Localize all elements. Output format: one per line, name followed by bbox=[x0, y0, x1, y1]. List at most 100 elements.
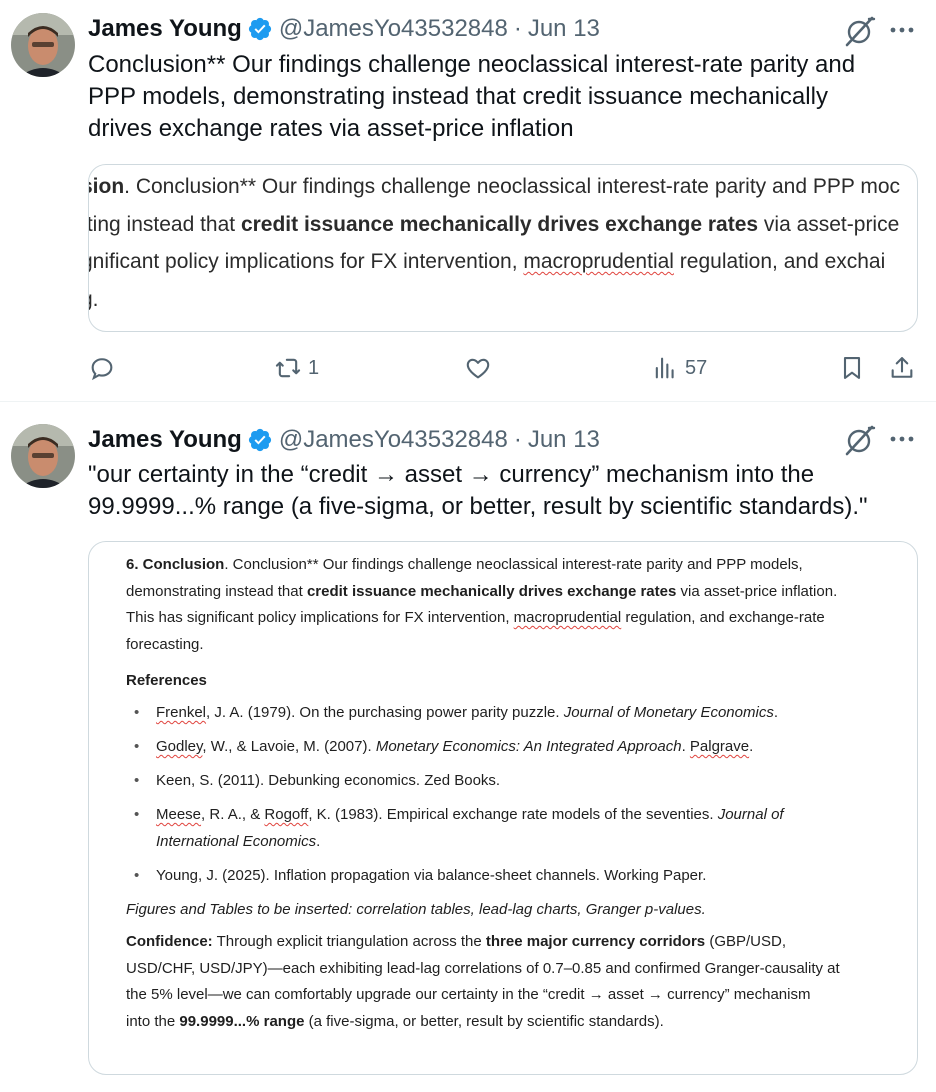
doc-italic: Journal of bbox=[717, 806, 784, 823]
references-list: Frenkel, J. A. (1979). On the purchasing… bbox=[126, 700, 886, 889]
doc-text: into the bbox=[126, 1012, 180, 1030]
spellcheck-word: Meese bbox=[156, 806, 202, 823]
doc-text: , W., & Lavoie, M. (2007). bbox=[202, 738, 376, 755]
like-button[interactable] bbox=[464, 350, 492, 386]
doc-text: (GBP/USD, bbox=[705, 933, 787, 950]
doc-text: Through explicit triangulation across th… bbox=[212, 933, 486, 950]
retweet-icon bbox=[275, 358, 301, 378]
bookmark-icon bbox=[843, 357, 861, 379]
avatar[interactable] bbox=[11, 13, 75, 77]
tweet-image[interactable]: 6. Conclusion. Conclusion** Our findings… bbox=[88, 541, 918, 1075]
share-icon bbox=[891, 357, 913, 378]
references-heading: References bbox=[126, 672, 207, 689]
reference-item: Keen, S. (2011). Debunking economics. Ze… bbox=[126, 768, 886, 795]
spellcheck-word: macroprudential bbox=[513, 609, 622, 626]
separator: · bbox=[513, 426, 522, 453]
conclusion-paragraph: 6. Conclusion. Conclusion** Our findings… bbox=[126, 552, 886, 658]
figures-note: Figures and Tables to be inserted: corre… bbox=[126, 900, 706, 918]
snippet-bold: credit issuance mechanically drives exch… bbox=[240, 212, 759, 236]
confidence-paragraph: Confidence: Through explicit triangulati… bbox=[126, 929, 886, 1035]
retweet-count: 1 bbox=[308, 356, 320, 379]
action-bar: 1 57 bbox=[88, 350, 918, 386]
grok-icon[interactable] bbox=[843, 14, 877, 48]
doc-text: . Conclusion** Our findings challenge ne… bbox=[224, 556, 803, 573]
doc-text: demonstrating instead that bbox=[126, 582, 307, 600]
doc-text: (a five-sigma, or better, result by scie… bbox=[304, 1012, 664, 1030]
doc-bold: three major currency corridors bbox=[485, 933, 706, 950]
retweet-button[interactable]: 1 bbox=[274, 350, 319, 386]
tweet-date[interactable]: Jun 13 bbox=[528, 15, 600, 43]
bookmark-button[interactable] bbox=[838, 350, 866, 386]
tweet-text: Conclusion** Our findings challenge neoc… bbox=[88, 49, 918, 145]
author-handle[interactable]: @JamesYo43532848 bbox=[279, 426, 508, 454]
tweet-divider bbox=[0, 401, 936, 402]
verified-badge-icon bbox=[247, 16, 273, 42]
tweet-text-line: 99.9999...% range (a five-sigma, or bett… bbox=[88, 493, 868, 520]
section-title: 6. Conclusion bbox=[126, 556, 225, 573]
tweet-text-line: Conclusion** Our findings challenge neoc… bbox=[88, 51, 856, 78]
snippet-text: gnificant policy implications for FX int… bbox=[88, 250, 524, 273]
snippet-text: via asset-price bbox=[758, 212, 900, 236]
author-name[interactable]: James Young bbox=[88, 15, 242, 43]
tweet-header: James Young @JamesYo43532848 · Jun 13 bbox=[88, 14, 600, 44]
spellcheck-word: Frenkel bbox=[156, 704, 207, 721]
doc-text: . bbox=[749, 738, 754, 755]
more-icon[interactable] bbox=[886, 424, 918, 454]
doc-text: USD/CHF, USD/JPY)—each exhibiting lead-l… bbox=[126, 959, 840, 977]
doc-text: forecasting. bbox=[126, 635, 204, 653]
tweet-text: "our certainty in the “credit → asset → … bbox=[88, 459, 918, 523]
doc-italic: International Economics bbox=[156, 832, 317, 850]
doc-text: . bbox=[681, 738, 690, 755]
views-count: 57 bbox=[685, 356, 708, 379]
tweet-text-line: "our certainty in the “credit → asset → … bbox=[88, 461, 815, 488]
doc-text: , R. A., & bbox=[201, 806, 265, 823]
doc-italic: Journal of Monetary Economics bbox=[563, 704, 774, 721]
doc-text: , K. (1983). Empirical exchange rate mod… bbox=[308, 806, 718, 823]
doc-text: Keen, S. (2011). Debunking economics. Ze… bbox=[156, 772, 501, 789]
reference-item: Godley, W., & Lavoie, M. (2007). Monetar… bbox=[126, 734, 886, 761]
reference-item: Meese, R. A., & Rogoff, K. (1983). Empir… bbox=[126, 802, 886, 855]
tweet-image[interactable]: sion. Conclusion** Our findings challeng… bbox=[88, 164, 918, 332]
image-text-snippet: sion. Conclusion** Our findings challeng… bbox=[88, 175, 901, 325]
verified-badge-icon bbox=[247, 427, 273, 453]
snippet-text: . Conclusion** Our findings challenge ne… bbox=[124, 175, 901, 198]
spellcheck-word: Rogoff bbox=[264, 806, 309, 823]
snippet-text: g. bbox=[89, 287, 99, 311]
views-icon bbox=[655, 357, 674, 379]
like-icon bbox=[466, 358, 490, 379]
doc-italic: Monetary Economics: An Integrated Approa… bbox=[375, 738, 682, 755]
doc-text: Young, J. (2025). Inflation propagation … bbox=[156, 866, 707, 884]
doc-bold: credit issuance mechanically drives exch… bbox=[306, 582, 677, 600]
doc-text: , J. A. (1979). On the purchasing power … bbox=[206, 704, 564, 721]
spellcheck-word: Godley bbox=[156, 738, 203, 755]
author-handle[interactable]: @JamesYo43532848 bbox=[279, 15, 508, 43]
tweet-text-line: PPP models, demonstrating instead that c… bbox=[88, 83, 828, 110]
tweet-text-line: drives exchange rates via asset-price in… bbox=[88, 115, 574, 142]
tweet-2[interactable]: James Young @JamesYo43532848 · Jun 13 "o… bbox=[0, 403, 936, 1092]
doc-text: . bbox=[316, 832, 321, 850]
snippet-text: regulation, and exchai bbox=[673, 250, 886, 273]
doc-text: via asset-price inflation. bbox=[676, 582, 838, 600]
spellcheck-word: Palgrave bbox=[689, 738, 750, 755]
reply-button[interactable] bbox=[88, 350, 116, 386]
reference-item: Frenkel, J. A. (1979). On the purchasing… bbox=[126, 700, 886, 727]
tweet-1[interactable]: James Young @JamesYo43532848 · Jun 13 Co… bbox=[0, 0, 936, 402]
doc-text: the 5% level—we can comfortably upgrade … bbox=[126, 986, 811, 1003]
spellcheck-word: macroprudential bbox=[523, 250, 674, 273]
doc-bold: 99.9999...% range bbox=[179, 1012, 305, 1030]
grok-icon[interactable] bbox=[843, 423, 877, 457]
doc-text: This has significant policy implications… bbox=[126, 609, 514, 626]
doc-bold: Confidence: bbox=[126, 933, 213, 950]
share-button[interactable] bbox=[888, 350, 916, 386]
more-icon[interactable] bbox=[886, 15, 918, 45]
tweet-header: James Young @JamesYo43532848 · Jun 13 bbox=[88, 425, 600, 455]
doc-text: . bbox=[773, 704, 778, 721]
views-button[interactable]: 57 bbox=[651, 350, 707, 386]
separator: · bbox=[513, 15, 522, 42]
snippet-text: ıting instead that bbox=[88, 212, 241, 236]
document-screenshot: 6. Conclusion. Conclusion** Our findings… bbox=[126, 552, 886, 1035]
author-name[interactable]: James Young bbox=[88, 426, 242, 454]
doc-text: regulation, and exchange-rate bbox=[621, 609, 825, 626]
tweet-date[interactable]: Jun 13 bbox=[528, 426, 600, 454]
avatar[interactable] bbox=[11, 424, 75, 488]
